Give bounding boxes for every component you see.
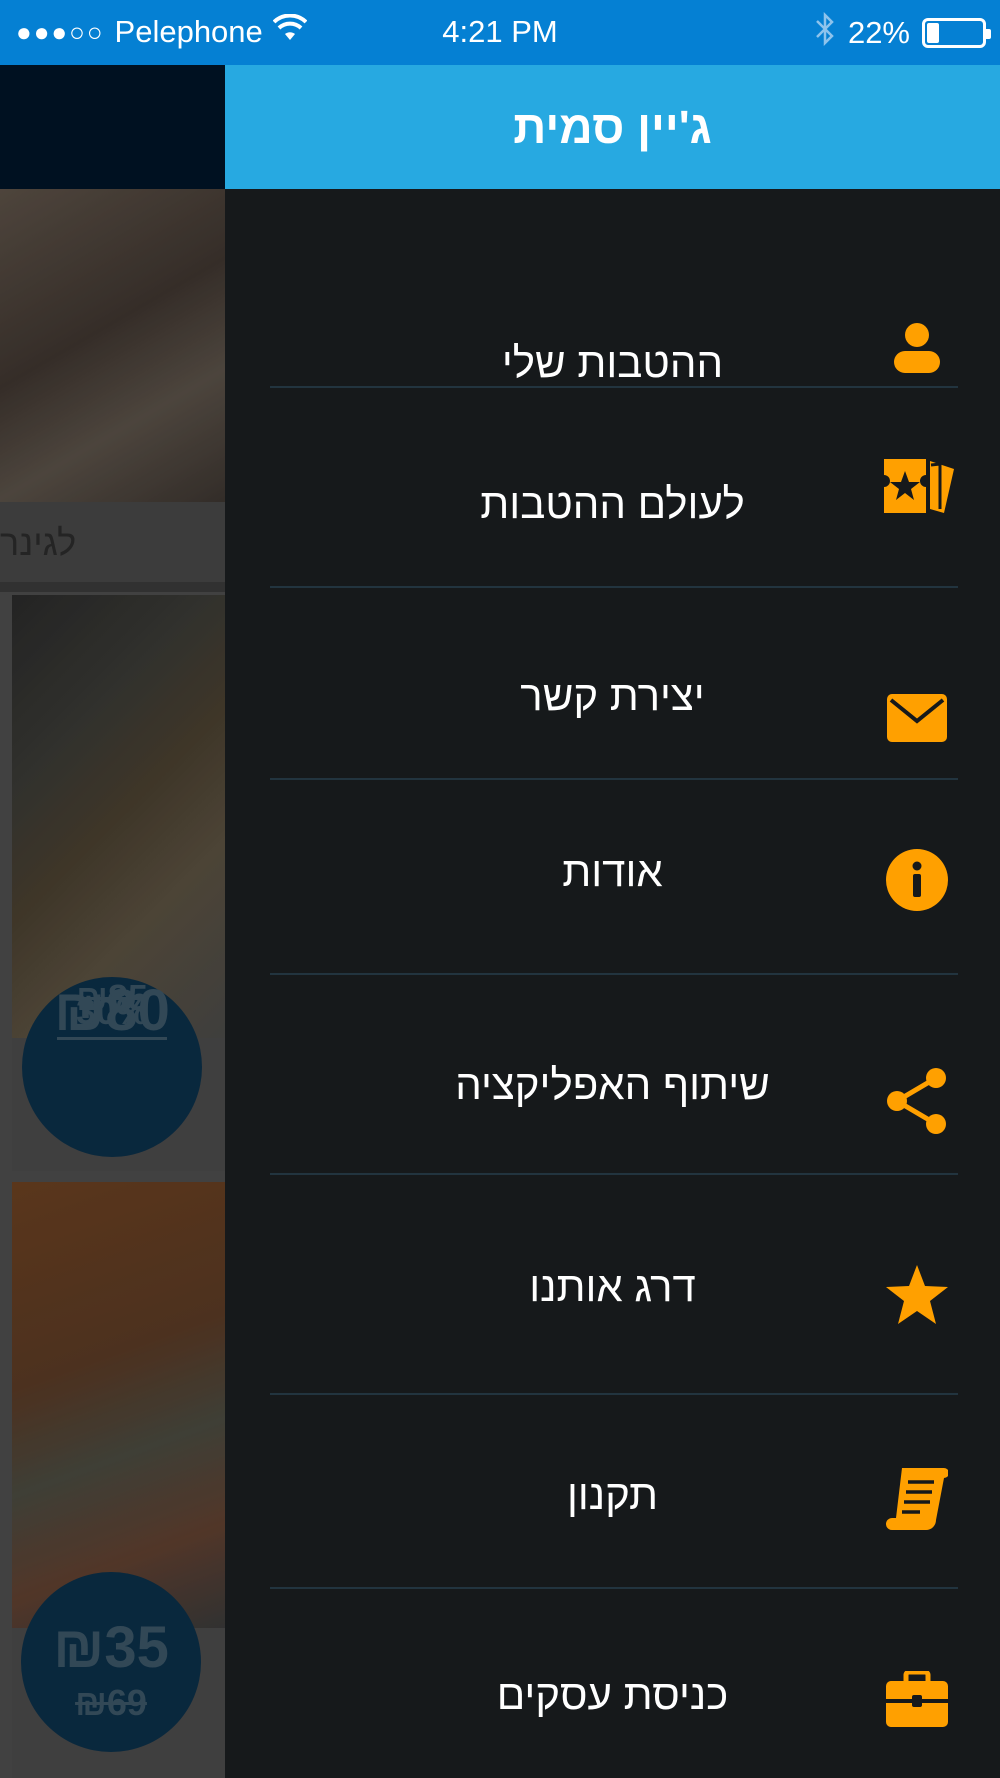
- menu-item-label: שיתוף האפליקציה: [455, 1061, 770, 1108]
- menu-item-label: אודות: [562, 848, 663, 895]
- battery-icon: [922, 18, 991, 48]
- menu-item-contact[interactable]: יצירת קשר: [225, 588, 1000, 778]
- menu-item-label: יצירת קשר: [520, 672, 705, 719]
- menu-item-rate-us[interactable]: דרג אותנו: [225, 1175, 1000, 1393]
- menu-item-benefits-world[interactable]: לעולם ההטבות: [225, 388, 1000, 586]
- battery-percent: 22%: [847, 15, 910, 50]
- navigation-drawer: ג'יין סמית ההטבות שלי לעולם ההטבות יצירת…: [225, 65, 1000, 1778]
- battery-fill: [927, 23, 939, 43]
- menu-item-label: תקנון: [566, 1471, 659, 1518]
- menu-item-about[interactable]: אודות: [225, 780, 1000, 970]
- menu-item-label: כניסת עסקים: [496, 1671, 729, 1718]
- status-right: 22%: [814, 11, 991, 54]
- bluetooth-icon: [814, 11, 836, 54]
- menu-item-label: דרג אותנו: [529, 1263, 696, 1310]
- status-bar: ●●●○○ Pelephone 4:21 PM 22%: [0, 0, 1000, 65]
- menu-item-label: ההטבות שלי: [501, 339, 724, 386]
- menu-item-share-app[interactable]: שיתוף האפליקציה: [225, 975, 1000, 1173]
- drawer-scrim[interactable]: [0, 65, 225, 1778]
- menu-item-label: לעולם ההטבות: [480, 480, 745, 527]
- menu-item-business-login[interactable]: כניסת עסקים: [225, 1589, 1000, 1778]
- drawer-title: ג'יין סמית: [225, 65, 1000, 189]
- menu-item-terms[interactable]: תקנון: [225, 1395, 1000, 1591]
